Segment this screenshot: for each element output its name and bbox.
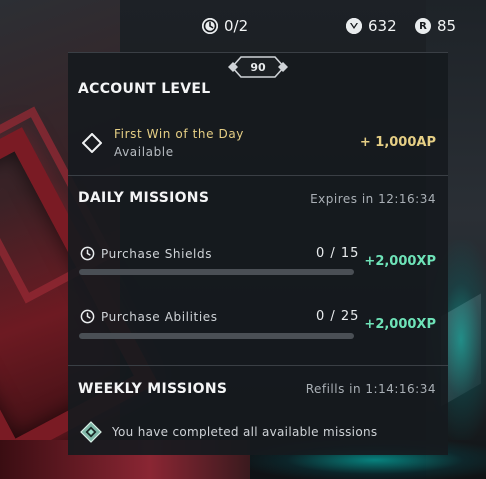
vp-balance[interactable]: 632 — [346, 14, 397, 38]
missions-counter-value: 0/2 — [224, 17, 249, 35]
mission-progress-bar — [79, 333, 354, 339]
weekly-completed-row: You have completed all available mission… — [80, 421, 377, 443]
missions-panel: ACCOUNT LEVEL First Win of the Day Avail… — [68, 52, 448, 455]
diamond-icon — [82, 133, 102, 153]
missions-counter[interactable]: 0/2 — [202, 14, 248, 38]
radianite-balance-value: 85 — [437, 17, 457, 35]
clock-icon — [80, 246, 95, 261]
mission-purchase-abilities: Purchase Abilities — [80, 309, 218, 324]
vp-balance-value: 632 — [368, 17, 397, 35]
clock-icon — [80, 309, 95, 324]
mission-label: Purchase Shields — [101, 246, 213, 261]
weekly-missions-title: WEEKLY MISSIONS — [78, 381, 228, 397]
first-win-title: First Win of the Day — [114, 127, 245, 141]
mission-purchase-shields: Purchase Shields — [80, 246, 212, 261]
account-level-badge: 90 — [228, 54, 288, 80]
mission-reward: +2,000XP — [364, 254, 436, 269]
account-level-title: ACCOUNT LEVEL — [78, 81, 211, 97]
completed-icon — [80, 421, 102, 443]
mission-label: Purchase Abilities — [101, 309, 218, 324]
mission-progress-bar — [79, 269, 354, 275]
weekly-completed-message: You have completed all available mission… — [112, 425, 378, 439]
radianite-icon: R — [415, 18, 431, 34]
weekly-refills-timer: Refills in 1:14:16:34 — [305, 382, 436, 396]
daily-expires-timer: Expires in 12:16:34 — [310, 192, 436, 206]
account-divider — [68, 175, 448, 176]
mission-reward: +2,000XP — [364, 317, 436, 332]
first-win-reward: + 1,000AP — [359, 135, 436, 150]
first-win-status: Available — [114, 145, 174, 159]
account-level-number: 90 — [250, 60, 266, 74]
radianite-balance[interactable]: R 85 — [415, 14, 456, 38]
vp-icon — [346, 18, 362, 34]
daily-divider — [68, 365, 448, 366]
clock-icon — [202, 18, 218, 34]
daily-missions-title: DAILY MISSIONS — [78, 190, 210, 206]
mission-count: 0 / 25 — [316, 309, 360, 324]
mission-count: 0 / 15 — [316, 246, 360, 261]
top-currency-bar: 0/2 632 R 85 — [0, 14, 486, 38]
panel-top-divider — [68, 52, 448, 53]
